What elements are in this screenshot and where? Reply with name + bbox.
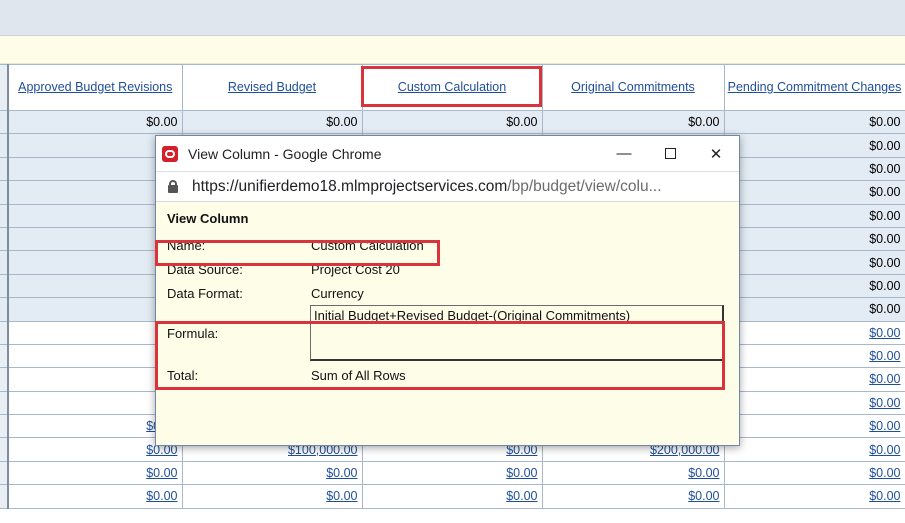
row-handle: [0, 484, 9, 509]
formula-textarea[interactable]: Initial Budget+Revised Budget-(Original …: [310, 305, 724, 361]
column-header-custom-calculation[interactable]: Custom Calculation: [361, 64, 543, 111]
url-path: /bp/budget/view/colu...: [507, 177, 662, 195]
table-cell[interactable]: $0.00: [723, 367, 905, 392]
row-handle: [0, 273, 9, 299]
table-cell: $0.00: [541, 109, 725, 135]
table-cell: $0.00: [723, 297, 905, 322]
row-handle: [0, 180, 9, 205]
row-handle: [0, 203, 9, 228]
field-row-formula: Formula: Initial Budget+Revised Budget-(…: [166, 305, 729, 363]
table-cell: $0.00: [723, 156, 905, 182]
table-cell[interactable]: $0.00: [181, 484, 363, 509]
table-cell: $0.00: [723, 109, 905, 135]
table-cell[interactable]: $0.00: [361, 484, 543, 509]
table-cell[interactable]: $0.00: [7, 460, 183, 486]
table-cell[interactable]: $0.00: [723, 390, 905, 416]
field-row-total: Total: Sum of All Rows: [166, 363, 729, 387]
row-handle: [0, 156, 9, 182]
table-cell: $0.00: [723, 133, 905, 158]
oracle-app-icon: [162, 145, 178, 162]
url-host: https://unifierdemo18.mlmprojectservices…: [192, 177, 508, 195]
view-column-popup-window: View Column - Google Chrome — ✕ https://…: [155, 135, 740, 446]
name-label: Name:: [167, 238, 206, 253]
column-header-revised-budget[interactable]: Revised Budget: [181, 64, 363, 111]
row-handle: [0, 133, 9, 158]
window-title: View Column - Google Chrome: [188, 145, 382, 162]
row-handle: [0, 320, 9, 345]
row-handle: [0, 250, 9, 275]
name-value: Custom Calculation: [311, 238, 424, 253]
lock-icon: [168, 180, 178, 193]
info-bar: [0, 36, 905, 64]
header-row: Approved Budget Revisions Revised Budget…: [0, 64, 905, 111]
table-cell[interactable]: $0.00: [723, 320, 905, 345]
close-button[interactable]: ✕: [693, 136, 739, 172]
table-cell: $0.00: [723, 226, 905, 252]
column-header-pending-commitment-changes[interactable]: Pending Commitment Changes: [723, 64, 905, 111]
row-handle: [0, 297, 9, 322]
field-row-data-format: Data Format: Currency: [166, 281, 729, 305]
address-bar[interactable]: https://unifierdemo18.mlmprojectservices…: [156, 172, 739, 202]
table-cell[interactable]: $0.00: [541, 484, 725, 509]
table-cell: $0.00: [723, 273, 905, 299]
table-cell[interactable]: $0.00: [723, 437, 905, 462]
row-handle: [0, 437, 9, 462]
row-handle: [0, 109, 9, 135]
minimize-button[interactable]: —: [601, 136, 647, 172]
table-cell[interactable]: $0.00: [181, 460, 363, 486]
row-handle-header: [0, 64, 9, 111]
data-source-label: Data Source:: [167, 262, 243, 277]
table-cell: $0.00: [723, 250, 905, 275]
row-handle: [0, 343, 9, 369]
table-cell[interactable]: $0.00: [723, 343, 905, 369]
total-label: Total:: [167, 368, 199, 383]
table-cell: $0.00: [361, 109, 543, 135]
table-cell[interactable]: $0.00: [723, 484, 905, 509]
formula-label: Formula:: [167, 326, 219, 341]
column-header-approved-budget-revisions[interactable]: Approved Budget Revisions: [7, 64, 183, 111]
form-heading: View Column: [167, 211, 249, 226]
table-cell: $0.00: [181, 109, 363, 135]
field-row-name: Name: Custom Calculation: [166, 233, 729, 257]
table-cell: $0.00: [7, 109, 183, 135]
window-titlebar: View Column - Google Chrome — ✕: [156, 136, 739, 172]
table-row: $0.00 $0.00 $0.00 $0.00 $0.00: [0, 109, 905, 135]
row-handle: [0, 414, 9, 439]
row-handle: [0, 226, 9, 252]
data-source-value: Project Cost 20: [311, 262, 400, 277]
data-format-value: Currency: [311, 286, 364, 301]
maximize-button[interactable]: [647, 136, 693, 172]
table-cell: $0.00: [723, 203, 905, 228]
field-row-data-source: Data Source: Project Cost 20: [166, 257, 729, 281]
data-format-label: Data Format:: [167, 286, 243, 301]
view-column-form: View Column Name: Custom Calculation Dat…: [156, 211, 739, 387]
row-handle: [0, 390, 9, 416]
top-toolbar: [0, 0, 905, 36]
row-handle: [0, 367, 9, 392]
row-handle: [0, 460, 9, 486]
total-value: Sum of All Rows: [311, 368, 406, 383]
table-cell[interactable]: $0.00: [541, 460, 725, 486]
table-cell[interactable]: $0.00: [723, 414, 905, 439]
table-row: $0.00 $0.00 $0.00 $0.00 $0.00: [0, 484, 905, 509]
table-cell: $0.00: [723, 180, 905, 205]
table-cell[interactable]: $0.00: [361, 460, 543, 486]
table-row: $0.00 $0.00 $0.00 $0.00 $0.00: [0, 460, 905, 486]
table-cell[interactable]: $0.00: [7, 484, 183, 509]
table-cell[interactable]: $0.00: [723, 460, 905, 486]
column-header-original-commitments[interactable]: Original Commitments: [541, 64, 725, 111]
maximize-icon: [664, 148, 676, 159]
